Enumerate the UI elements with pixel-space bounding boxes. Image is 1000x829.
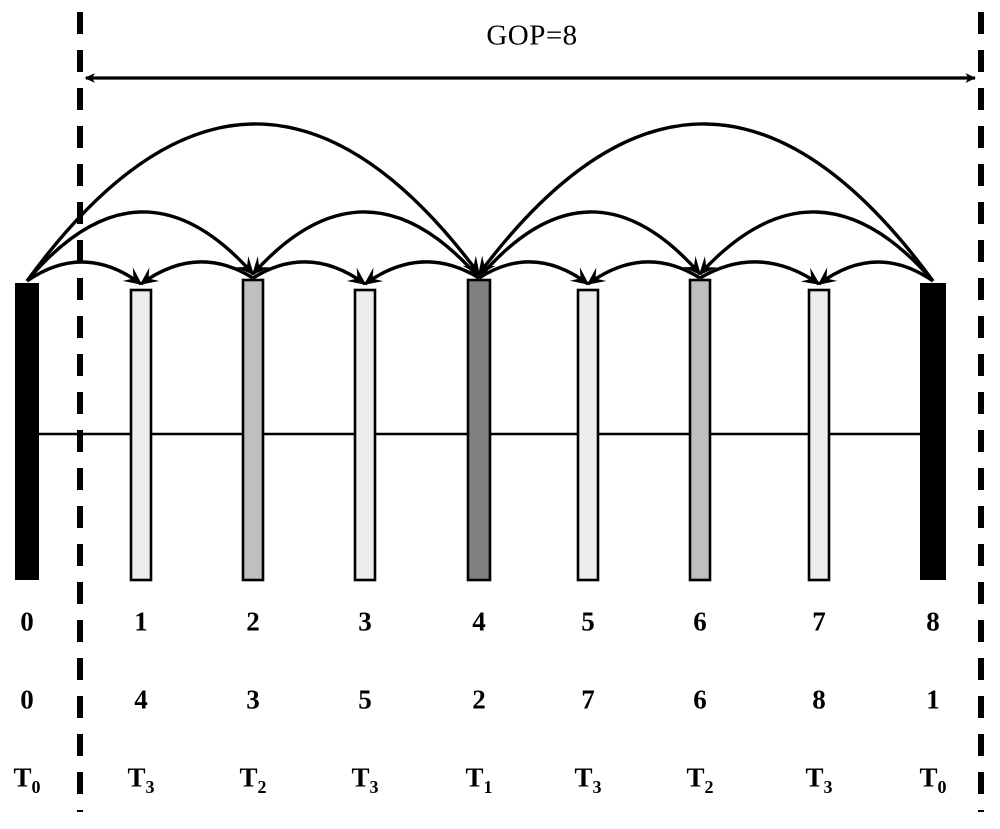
prediction-arc-8-to-4 [477,122,935,283]
gop-boundary-lines [77,12,984,812]
frame-bar-1[interactable] [129,288,153,582]
prediction-arc-4-to-6 [477,210,702,280]
coding-order-label-4: 2 [472,684,486,715]
display-order-label-3: 3 [358,606,372,637]
coding-order-label-1: 4 [134,684,148,715]
display-order-label-8: 8 [926,606,940,637]
temporal-id-label-4: T1 [465,762,493,797]
display-order-label-6: 6 [693,606,707,637]
coding-order-label-3: 5 [358,684,372,715]
frame-bar-5[interactable] [576,288,600,582]
gop-structure-diagram: GOP=8 0 0 T0 1 4 T3 2 3 T2 3 5 T3 4 2 T1 5 7 T3 6 6 T2 7 8 T3 8 1… [0,0,1000,829]
temporal-id-label-7: T3 [805,762,833,797]
temporal-id-label-1: T3 [127,762,155,797]
display-order-label-1: 1 [134,606,148,637]
prediction-arc-8-to-7 [817,260,934,286]
frame-bar-0[interactable] [15,283,39,580]
temporal-id-label-5: T3 [574,762,602,797]
prediction-arc-4-to-5 [478,260,590,286]
coding-order-label-0: 0 [20,684,34,715]
diagram-canvas [15,12,984,812]
display-order-label-2: 2 [246,606,260,637]
prediction-arc-6-to-5 [586,260,701,286]
frame-bar-2[interactable] [241,278,265,582]
display-order-label-5: 5 [581,606,595,637]
frame-bar-4[interactable] [466,278,492,582]
display-order-label-4: 4 [472,606,486,637]
coding-order-label-5: 7 [581,684,595,715]
coding-order-label-2: 3 [246,684,260,715]
frame-bar-6[interactable] [688,278,712,582]
frame-bar-group [15,278,946,582]
temporal-id-label-2: T2 [239,762,267,797]
display-order-label-0: 0 [20,606,34,637]
prediction-arc-4-to-2 [251,210,481,280]
frame-bar-7[interactable] [807,288,831,582]
frame-bar-3[interactable] [353,288,377,582]
prediction-arc-group [25,122,935,286]
coding-order-label-7: 8 [812,684,826,715]
prediction-arc-0-to-1 [26,260,143,286]
coding-order-label-6: 6 [693,684,707,715]
coding-order-label-8: 1 [926,684,940,715]
prediction-arc-2-to-1 [139,260,254,286]
temporal-id-label-0: T0 [13,762,41,797]
temporal-id-label-3: T3 [351,762,379,797]
prediction-arc-0-to-4 [25,122,481,283]
prediction-arc-2-to-3 [252,260,367,286]
prediction-arc-4-to-3 [363,260,480,286]
display-order-label-7: 7 [812,606,826,637]
frame-bar-8[interactable] [920,283,946,580]
temporal-id-label-8: T0 [919,762,947,797]
temporal-id-label-6: T2 [686,762,714,797]
prediction-arc-6-to-7 [699,260,821,286]
prediction-arc-0-to-2 [25,210,255,283]
prediction-arc-8-to-6 [698,210,935,283]
